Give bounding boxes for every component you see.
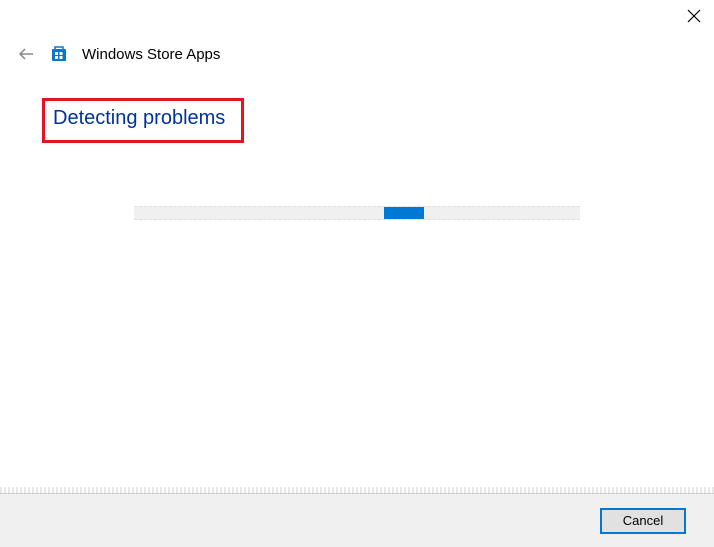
progress-bar-track: [134, 206, 580, 220]
header: Windows Store Apps: [16, 44, 220, 64]
windows-store-icon-svg: [50, 45, 68, 63]
cancel-button[interactable]: Cancel: [600, 508, 686, 534]
app-title: Windows Store Apps: [82, 46, 220, 63]
progress-bar-indicator: [384, 207, 424, 219]
page-heading: Detecting problems: [53, 107, 225, 130]
back-arrow-icon[interactable]: [16, 44, 36, 64]
heading-highlight-box: Detecting problems: [42, 98, 244, 143]
titlebar: [686, 0, 714, 32]
close-icon-svg: [687, 9, 701, 23]
close-icon[interactable]: [686, 8, 702, 24]
footer: Cancel: [0, 493, 714, 547]
windows-store-icon: [50, 45, 68, 63]
back-arrow-svg: [17, 45, 35, 63]
